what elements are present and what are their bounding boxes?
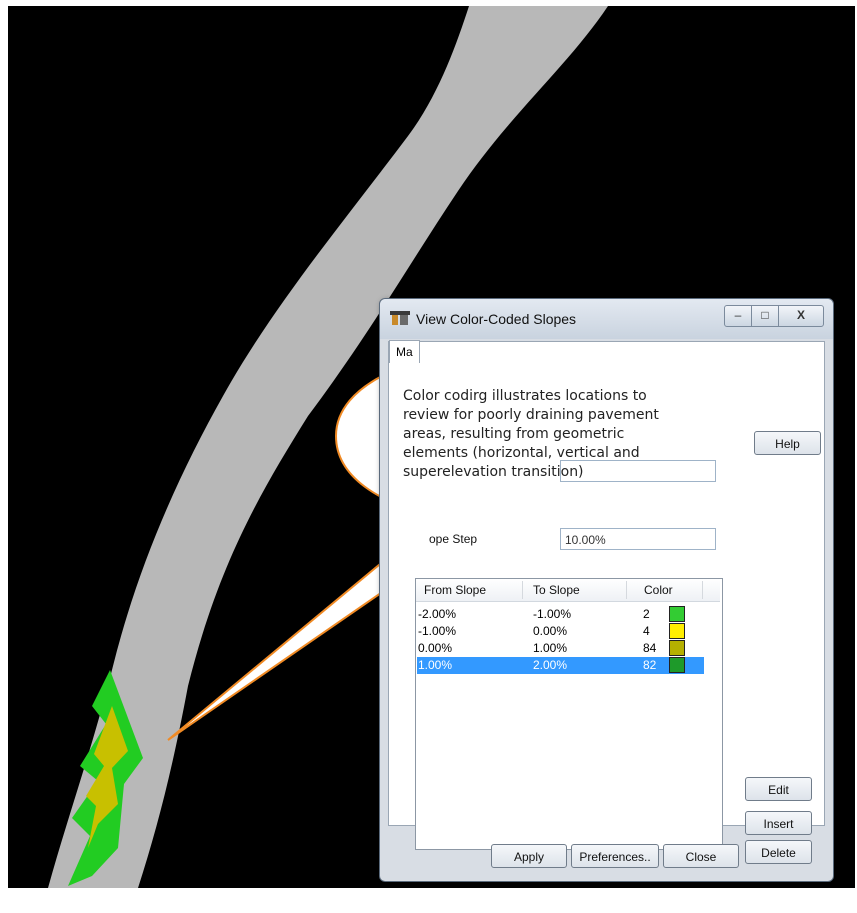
dialog-title: View Color-Coded Slopes	[416, 311, 577, 327]
minimize-button[interactable]: –	[724, 305, 752, 327]
slope-step-label: ope Step	[429, 532, 478, 546]
callout-line: elements (horizontal, vertical and	[403, 445, 640, 461]
callout-line: areas, resulting from geometric	[403, 426, 625, 442]
column-from-slope[interactable]: From Slope	[424, 583, 486, 597]
column-to-slope[interactable]: To Slope	[533, 583, 580, 597]
callout-line: superelevation transition)	[403, 464, 584, 480]
column-divider	[522, 581, 523, 599]
from-slope-cell: 0.00%	[418, 641, 453, 655]
color-swatch	[669, 623, 685, 639]
slope-step-field[interactable]: 10.00%	[560, 528, 716, 550]
insert-button[interactable]: Insert	[745, 811, 812, 835]
dialog-titlebar[interactable]: View Color-Coded Slopes – □ X	[380, 299, 833, 339]
window-close-button[interactable]: X	[778, 305, 824, 327]
column-color[interactable]: Color	[644, 583, 673, 597]
color-index-cell: 84	[643, 641, 657, 655]
to-slope-cell: 2.00%	[533, 658, 568, 672]
to-slope-cell: 0.00%	[533, 624, 568, 638]
close-button[interactable]: Close	[663, 844, 739, 868]
list-row-selected[interactable]: 1.00% 2.00% 82	[417, 657, 704, 674]
list-row[interactable]: -2.00% -1.00% 2	[417, 606, 704, 623]
delete-button[interactable]: Delete	[745, 840, 812, 864]
callout-line: review for poorly draining pavement	[403, 407, 659, 423]
from-slope-cell: 1.00%	[418, 658, 453, 672]
help-button[interactable]: Help	[754, 431, 821, 455]
color-swatch	[669, 640, 685, 656]
apply-button[interactable]: Apply	[491, 844, 567, 868]
tab-main[interactable]: Ma	[389, 340, 420, 363]
list-header: From Slope To Slope Color	[416, 579, 720, 602]
maximize-button[interactable]: □	[751, 305, 779, 327]
from-slope-cell: -2.00%	[418, 607, 457, 621]
color-index-cell: 4	[643, 624, 650, 638]
slope-ranges-list[interactable]: From Slope To Slope Color -2.00% -1.00% …	[415, 578, 723, 850]
to-slope-cell: 1.00%	[533, 641, 568, 655]
edit-button[interactable]: Edit	[745, 777, 812, 801]
color-swatch	[669, 606, 685, 622]
preferences-button[interactable]: Preferences..	[571, 844, 659, 868]
list-row[interactable]: -1.00% 0.00% 4	[417, 623, 704, 640]
callout-text: Color codirg illustrates locations to re…	[403, 387, 733, 482]
color-index-cell: 2	[643, 607, 650, 621]
color-swatch	[669, 657, 685, 673]
column-divider	[626, 581, 627, 599]
view-color-coded-slopes-dialog: View Color-Coded Slopes – □ X Ma Help op…	[379, 298, 834, 882]
color-index-cell: 82	[643, 658, 657, 672]
callout-line: Color codirg illustrates locations to	[403, 388, 647, 404]
from-slope-cell: -1.00%	[418, 624, 457, 638]
app-icon	[390, 311, 410, 325]
list-row[interactable]: 0.00% 1.00% 84	[417, 640, 704, 657]
to-slope-cell: -1.00%	[533, 607, 572, 621]
cad-viewport[interactable]: View Color-Coded Slopes – □ X Ma Help op…	[8, 6, 855, 888]
column-divider	[702, 581, 703, 599]
